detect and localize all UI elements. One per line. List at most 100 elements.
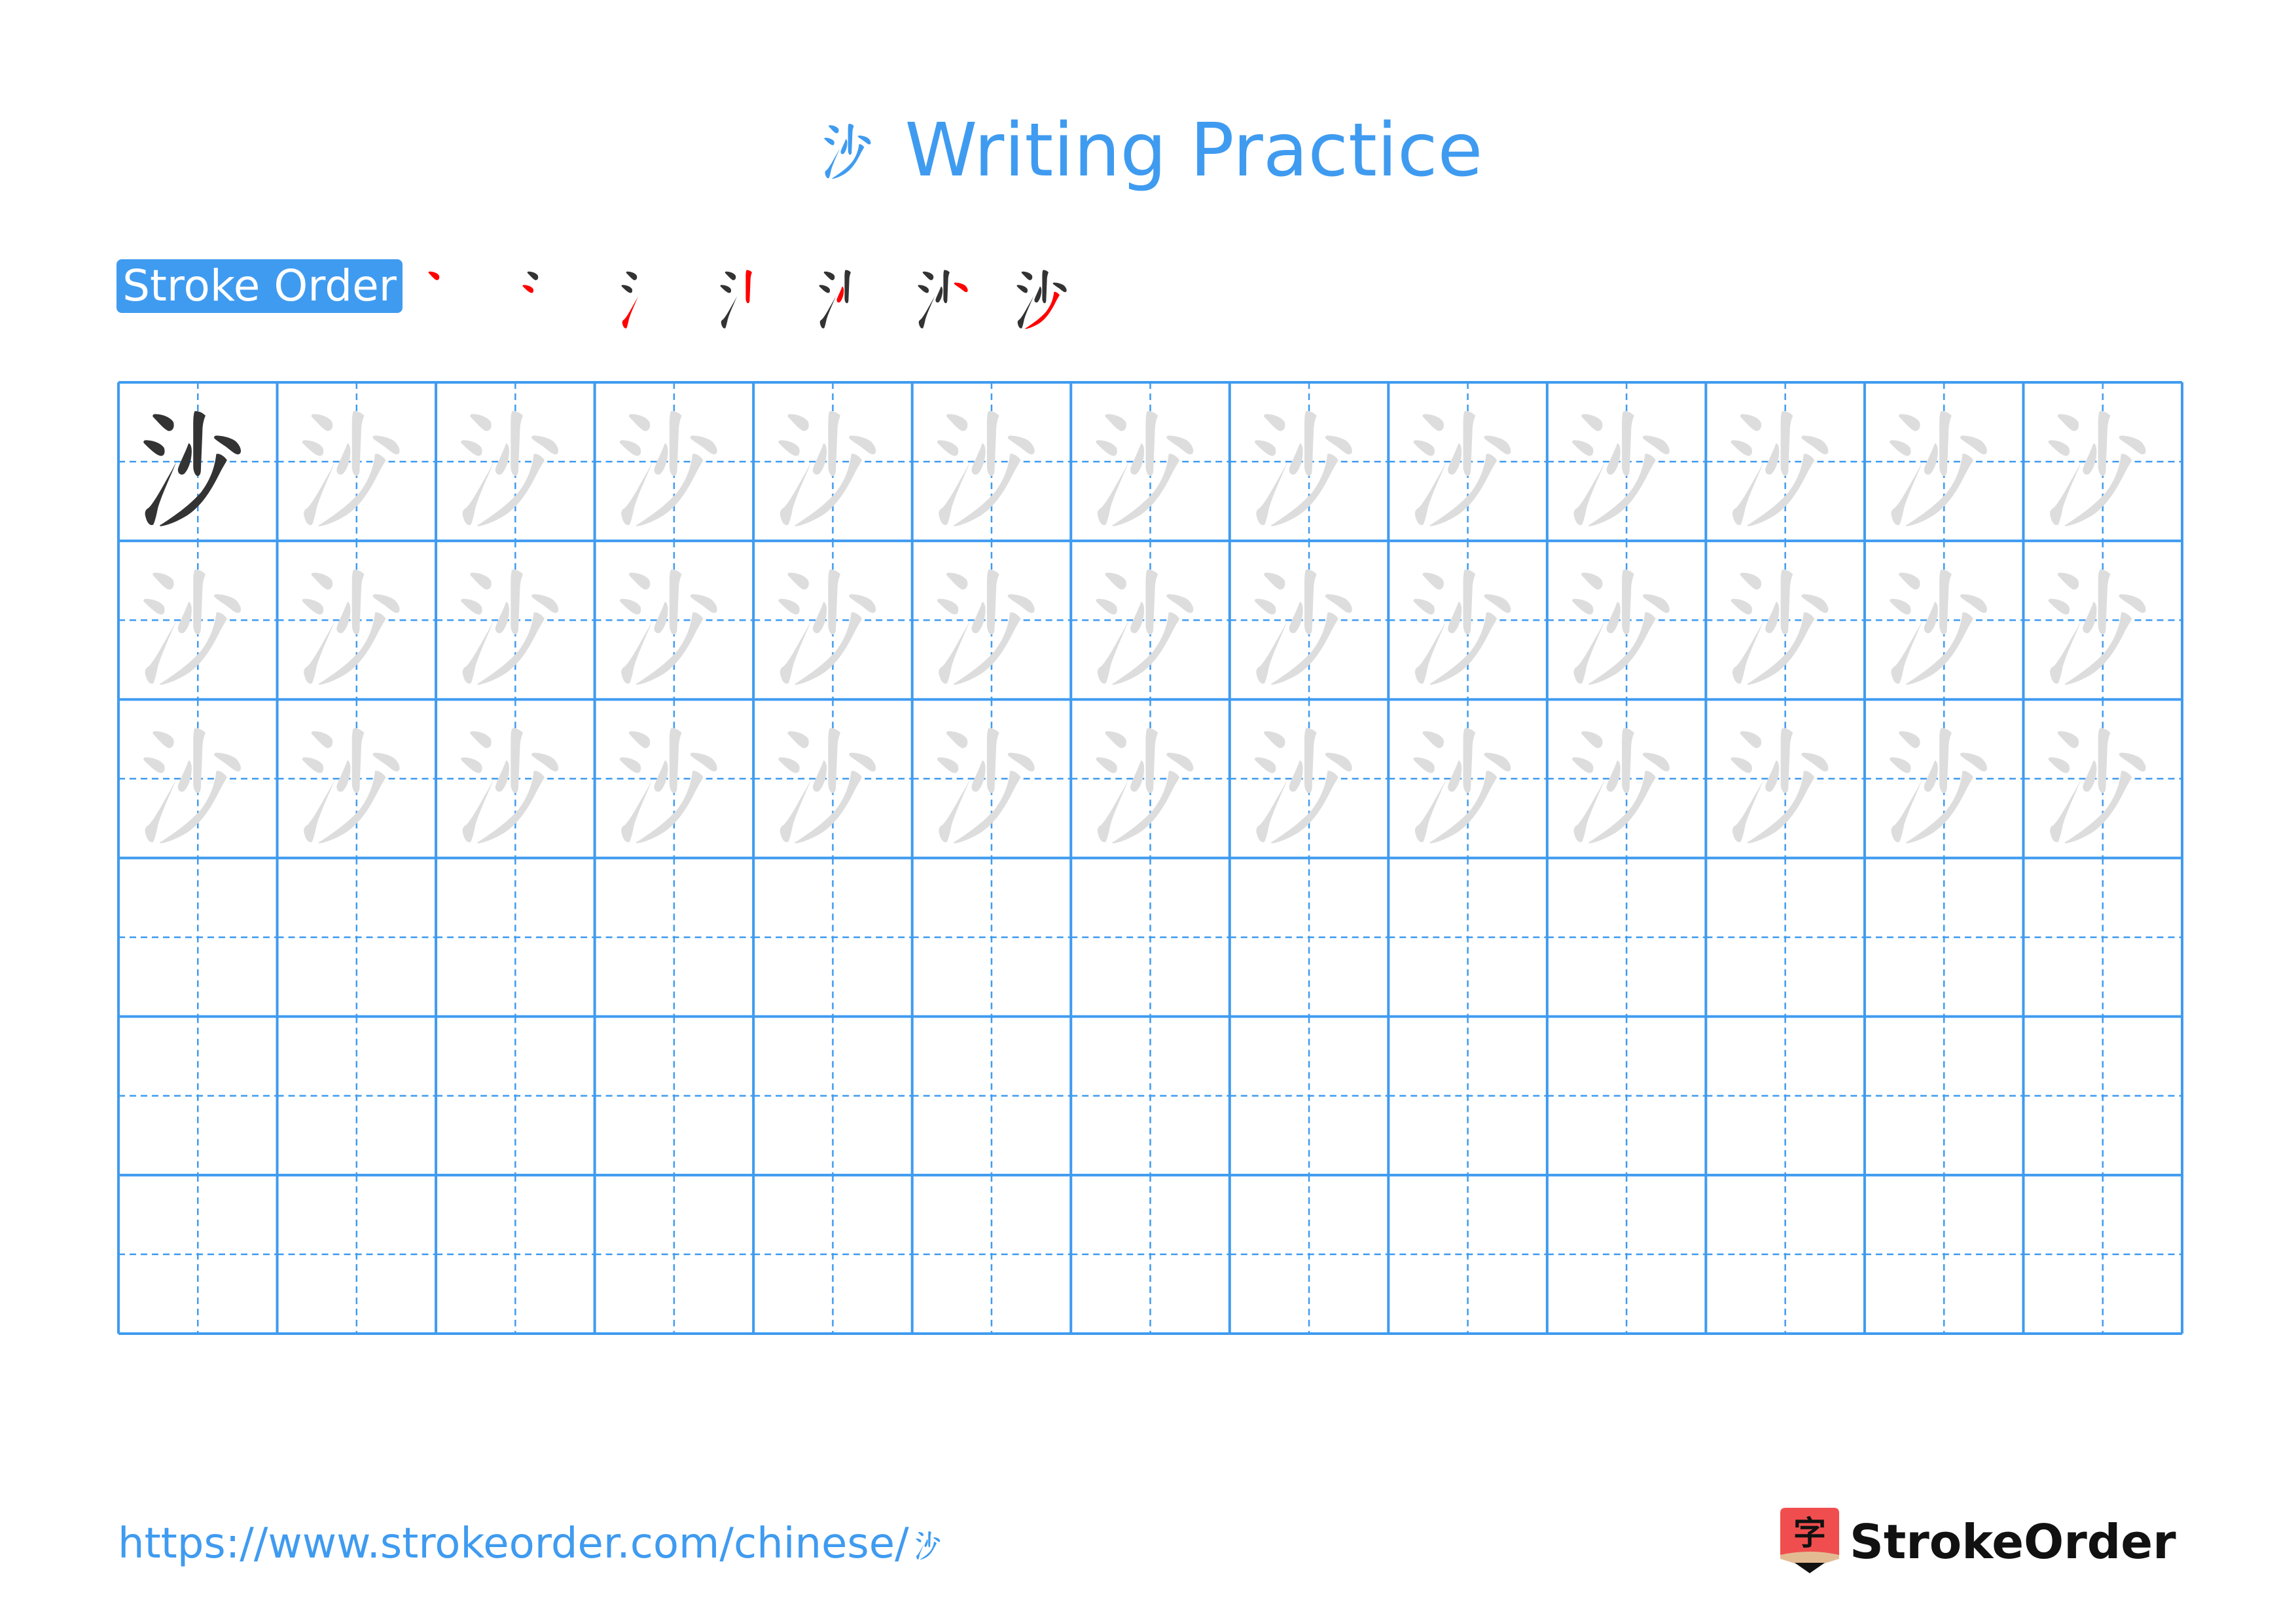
grid-cell[interactable] (118, 1016, 278, 1175)
grid-cell[interactable] (1547, 1016, 1706, 1175)
page-title: Writing Practice (0, 105, 2296, 196)
stroke-order-step-5 (819, 270, 851, 329)
grid-cell[interactable] (277, 541, 437, 700)
previous-stroke (823, 271, 835, 280)
grid-cell[interactable] (118, 382, 278, 541)
grid-cell[interactable] (1229, 382, 1389, 541)
grid-cell[interactable] (753, 858, 912, 1017)
grid-cell[interactable] (1706, 699, 1865, 858)
grid-cell[interactable] (594, 1175, 754, 1334)
grid-cell[interactable] (1071, 858, 1230, 1017)
grid-cell[interactable] (1388, 1175, 1547, 1334)
previous-stroke (725, 271, 736, 280)
previous-stroke (943, 270, 950, 304)
grid-cell[interactable] (594, 699, 754, 858)
grid-cell[interactable] (1864, 1016, 2024, 1175)
footer-url-link[interactable]: https://www.strokeorder.com/chinese/ (118, 1518, 948, 1570)
grid-cell[interactable] (753, 699, 912, 858)
grid-cell[interactable] (277, 382, 437, 541)
grid-cell[interactable] (1547, 699, 1706, 858)
grid-cell[interactable] (1706, 382, 1865, 541)
grid-cell[interactable] (594, 1016, 754, 1175)
grid-cell[interactable] (1388, 541, 1547, 700)
grid-cell[interactable] (1229, 699, 1389, 858)
grid-cell[interactable] (2023, 858, 2182, 1017)
grid-cell[interactable] (2023, 1175, 2182, 1334)
grid-cell[interactable] (1864, 1175, 2024, 1334)
grid-cell[interactable] (753, 541, 912, 700)
grid-cell[interactable] (2023, 382, 2182, 541)
grid-cell[interactable] (2023, 1016, 2182, 1175)
previous-stroke (935, 286, 943, 303)
page-title-text: Writing Practice (905, 108, 1483, 193)
grid-cell[interactable] (1864, 541, 2024, 700)
current-stroke (745, 270, 752, 304)
grid-cell[interactable] (1706, 541, 1865, 700)
current-stroke (428, 271, 440, 280)
grid-cell[interactable] (277, 1175, 437, 1334)
grid-cell[interactable] (1388, 1016, 1547, 1175)
grid-cell[interactable] (912, 1016, 1071, 1175)
grid-cell[interactable] (436, 1175, 595, 1334)
grid-cell[interactable] (753, 382, 912, 541)
grid-cell[interactable] (1706, 1016, 1865, 1175)
previous-stroke (918, 296, 935, 329)
previous-stroke (720, 285, 732, 293)
grid-cell[interactable] (1547, 858, 1706, 1017)
grid-cell[interactable] (1388, 382, 1547, 541)
grid-cell[interactable] (118, 699, 278, 858)
grid-cell[interactable] (1071, 1175, 1230, 1334)
grid-cell[interactable] (753, 1016, 912, 1175)
grid-cell[interactable] (1071, 1016, 1230, 1175)
grid-cell[interactable] (594, 541, 754, 700)
grid-cell[interactable] (277, 1016, 437, 1175)
grid-cell[interactable] (594, 382, 754, 541)
brand-name: StrokeOrder (1850, 1514, 2176, 1569)
grid-cell[interactable] (1547, 1175, 1706, 1334)
previous-stroke (819, 296, 836, 329)
grid-cell[interactable] (912, 382, 1071, 541)
grid-cell[interactable] (1706, 1175, 1865, 1334)
grid-cell[interactable] (1229, 541, 1389, 700)
grid-cell[interactable] (1388, 699, 1547, 858)
current-stroke (622, 296, 639, 329)
grid-cell[interactable] (912, 541, 1071, 700)
grid-cell[interactable] (118, 858, 278, 1017)
grid-cell[interactable] (277, 858, 437, 1017)
grid-cell[interactable] (594, 858, 754, 1017)
grid-cell[interactable] (2023, 541, 2182, 700)
grid-cell[interactable] (436, 541, 595, 700)
previous-stroke (1042, 270, 1049, 304)
grid-cell[interactable] (1547, 541, 1706, 700)
grid-cell[interactable] (1229, 858, 1389, 1017)
grid-cell[interactable] (2023, 699, 2182, 858)
grid-cell[interactable] (1229, 1175, 1389, 1334)
grid-cell[interactable] (1864, 858, 2024, 1017)
grid-cell[interactable] (436, 699, 595, 858)
grid-cell[interactable] (1071, 541, 1230, 700)
previous-stroke (1017, 296, 1034, 329)
stroke-order-step-4 (720, 270, 752, 329)
grid-cell[interactable] (912, 699, 1071, 858)
grid-cell[interactable] (1071, 699, 1230, 858)
grid-cell[interactable] (1229, 1016, 1389, 1175)
grid-cell[interactable] (118, 1175, 278, 1334)
grid-cell[interactable] (1706, 858, 1865, 1017)
grid-cell[interactable] (912, 858, 1071, 1017)
previous-stroke (918, 285, 929, 293)
grid-cell[interactable] (436, 1016, 595, 1175)
strokeorder-logo[interactable]: 字 StrokeOrder (1780, 1506, 2176, 1578)
grid-cell[interactable] (436, 382, 595, 541)
grid-cell[interactable] (1864, 382, 2024, 541)
grid-cell[interactable] (1071, 382, 1230, 541)
stroke-order-badge: Stroke Order (117, 259, 403, 313)
grid-cell[interactable] (118, 541, 278, 700)
grid-cell[interactable] (753, 1175, 912, 1334)
grid-cell[interactable] (1864, 699, 2024, 858)
grid-cell[interactable] (436, 858, 595, 1017)
grid-cell[interactable] (277, 699, 437, 858)
grid-cell[interactable] (1547, 382, 1706, 541)
grid-cell[interactable] (912, 1175, 1071, 1334)
grid-cell[interactable] (1388, 858, 1547, 1017)
stroke-order-step-6 (918, 270, 968, 329)
